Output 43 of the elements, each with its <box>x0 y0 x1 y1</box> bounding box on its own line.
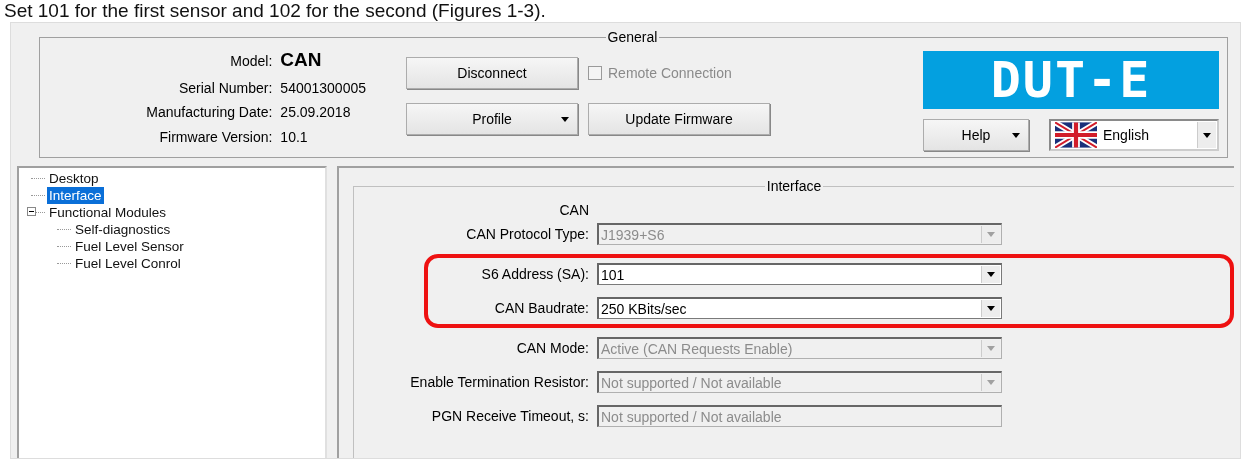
info-value: 10.1 <box>280 128 309 145</box>
group-title: General <box>606 29 659 45</box>
button[interactable]: Profile <box>406 103 578 135</box>
field-label: Enable Termination Resistor: <box>409 374 589 390</box>
info-value: 25.09.2018 <box>280 104 352 120</box>
info-value: 54001300005 <box>280 79 366 96</box>
button[interactable]: Disconnect <box>406 57 578 89</box>
field-label: CAN Baudrate: <box>493 300 589 316</box>
tree-item[interactable]: Interface <box>47 187 104 204</box>
collapse-icon[interactable] <box>27 207 36 216</box>
info-label: Model: <box>229 53 273 69</box>
logo: DUT-E <box>923 51 1219 109</box>
info-label: Manufacturing Date: <box>146 104 273 120</box>
button[interactable]: Update Firmware <box>588 103 770 135</box>
dropdown-field[interactable]: 101 <box>597 263 1002 285</box>
tree-item[interactable]: Functional Modules <box>47 204 169 221</box>
caret-icon <box>561 117 569 122</box>
field-label: CAN Protocol Type: <box>465 226 589 242</box>
group-title: Interface <box>765 178 823 194</box>
info-value: CAN <box>280 49 323 71</box>
tree-item[interactable]: Self-diagnostics <box>73 221 173 238</box>
info-label: Serial Number: <box>177 79 273 96</box>
caret-icon <box>987 232 995 237</box>
caret-icon <box>1203 132 1211 138</box>
caret-icon <box>987 272 995 277</box>
button[interactable]: Help <box>923 119 1029 151</box>
tree-item[interactable]: Fuel Level Conrol <box>73 255 183 272</box>
tree-item[interactable]: Fuel Level Sensor <box>73 238 186 255</box>
info-label: Firmware Version: <box>158 128 273 145</box>
caret-icon <box>987 346 995 351</box>
field-label: PGN Receive Timeout, s: <box>430 408 589 424</box>
caret-icon <box>1012 133 1020 138</box>
flag-icon <box>1055 122 1097 148</box>
field-label: S6 Address (SA): <box>480 266 589 282</box>
checkbox-label: Remote Connection <box>608 65 732 81</box>
caret-icon <box>987 380 995 385</box>
caption-text: Set 101 for the first sensor and 102 for the second (Figures 1-3). <box>3 0 547 22</box>
section-label: CAN <box>558 202 589 218</box>
dropdown-field[interactable]: 250 KBits/sec <box>597 297 1002 319</box>
field-label: CAN Mode: <box>515 340 589 356</box>
caret-icon <box>987 306 995 311</box>
language-dropdown[interactable]: English <box>1049 119 1219 151</box>
tree-item[interactable]: Desktop <box>47 170 101 187</box>
